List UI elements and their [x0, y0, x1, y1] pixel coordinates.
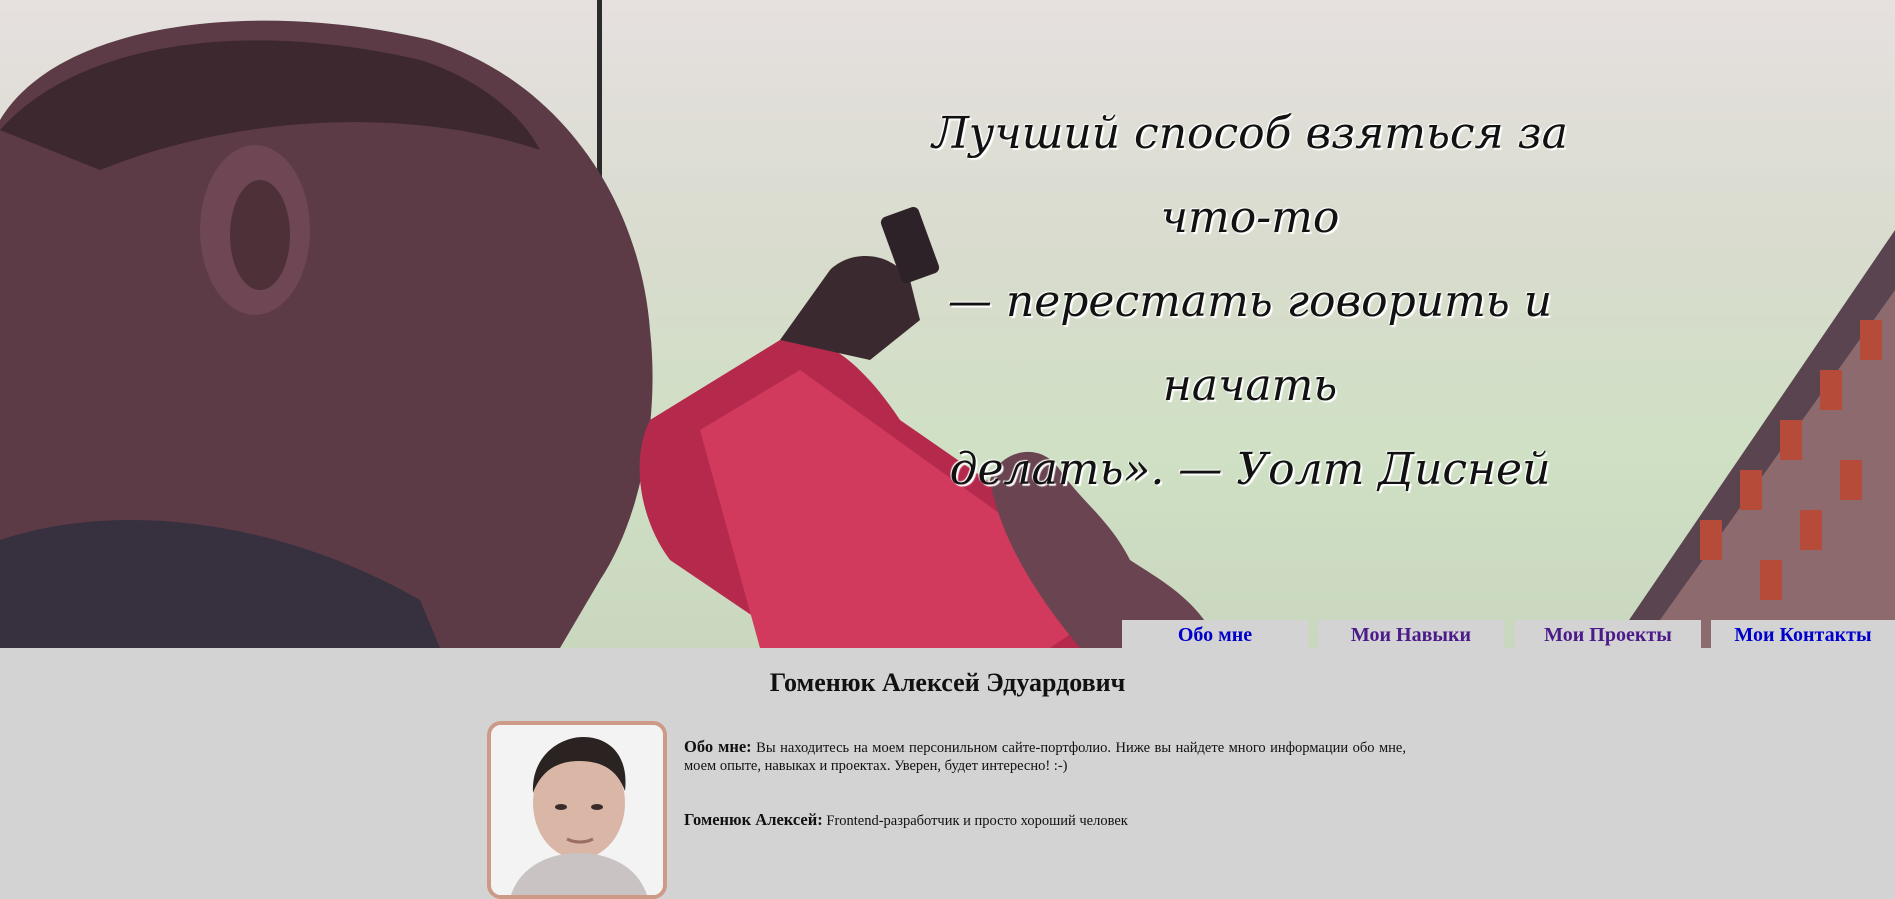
short-bio-text: Frontend-разработчик и просто хороший че… [826, 813, 1128, 829]
profile-name: Гоменюк Алексей Эдуардович [769, 668, 1126, 697]
nav-link-about[interactable]: Обо мне [1122, 620, 1308, 648]
quote-line: — перестать говорить и начать [947, 276, 1553, 411]
nav-link-skills[interactable]: Мои Навыки [1318, 620, 1504, 648]
about-paragraph: Обо мне: Вы находитесь на моем персониль… [684, 738, 1406, 775]
about-text: Вы находитесь на моем персонильном сайте… [684, 740, 1406, 774]
quote-line: делать». — Уолт Дисней [949, 444, 1551, 495]
avatar [491, 725, 663, 895]
nav-link-contacts[interactable]: Мои Контакты [1711, 620, 1895, 648]
short-bio: Гоменюк Алексей: Frontend-разработчик и … [684, 810, 1128, 830]
hero-quote: Лучший способ взяться за что-то — перест… [930, 92, 1570, 512]
quote-line: Лучший способ взяться за что-то [932, 108, 1568, 243]
hero-banner: Лучший способ взяться за что-то — перест… [0, 0, 1895, 648]
nav-link-projects[interactable]: Мои Проекты [1515, 620, 1701, 648]
profile-photo [487, 721, 667, 899]
about-label: Обо мне: [684, 737, 752, 756]
short-bio-label: Гоменюк Алексей: [684, 810, 823, 829]
